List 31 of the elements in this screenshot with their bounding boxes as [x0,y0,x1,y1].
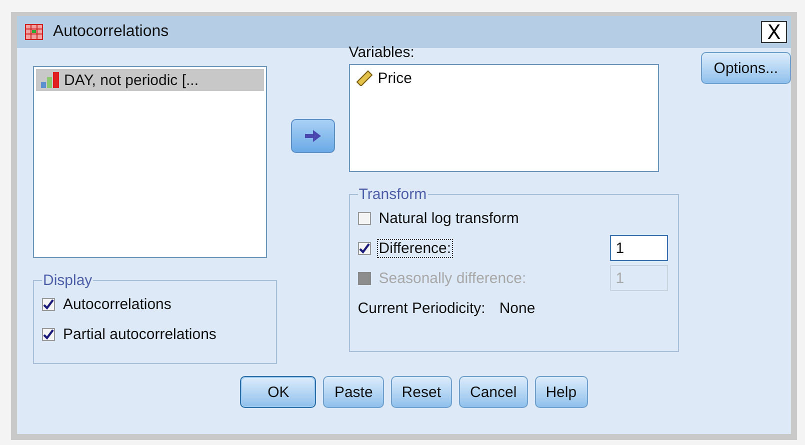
bar-chart-icon [40,72,60,88]
list-item[interactable]: DAY, not periodic [... [36,69,264,91]
checkbox-label[interactable]: Natural log transform [376,208,521,228]
dialog-button[interactable]: Paste [323,376,384,408]
checkbox-label[interactable]: Difference: [376,238,454,258]
checkbox[interactable] [42,328,55,340]
dialog-button[interactable]: Reset [390,376,452,408]
dialog-button[interactable]: OK [240,376,316,408]
close-button[interactable]: X [761,21,787,43]
number-field[interactable]: 1 [610,235,668,261]
source-variable-list[interactable]: DAY, not periodic [... [33,66,267,258]
periodicity-label: Current Periodicity: [358,300,486,316]
field-label: Variables: [348,44,416,61]
checkbox-label[interactable]: Partial autocorrelations [61,324,218,344]
checkbox[interactable] [358,212,371,224]
dialog-button[interactable]: Cancel [458,376,528,408]
options-button[interactable]: Options... [700,52,791,84]
arrow-icon [304,130,321,142]
dialog-button[interactable]: Help [534,376,588,408]
periodicity-value: None [499,300,536,316]
variables-list[interactable]: Price [348,64,659,172]
checkbox-label[interactable]: Autocorrelations [61,294,174,314]
group-title: Display [42,272,94,289]
group-title: Transform [358,186,428,203]
move-button[interactable] [290,119,335,153]
checkbox[interactable] [42,298,55,310]
table-icon [25,24,43,40]
list-item[interactable]: Price [352,67,656,89]
window-title: Autocorrelations [53,23,170,41]
checkbox[interactable] [358,242,371,254]
ruler-icon [356,70,374,86]
